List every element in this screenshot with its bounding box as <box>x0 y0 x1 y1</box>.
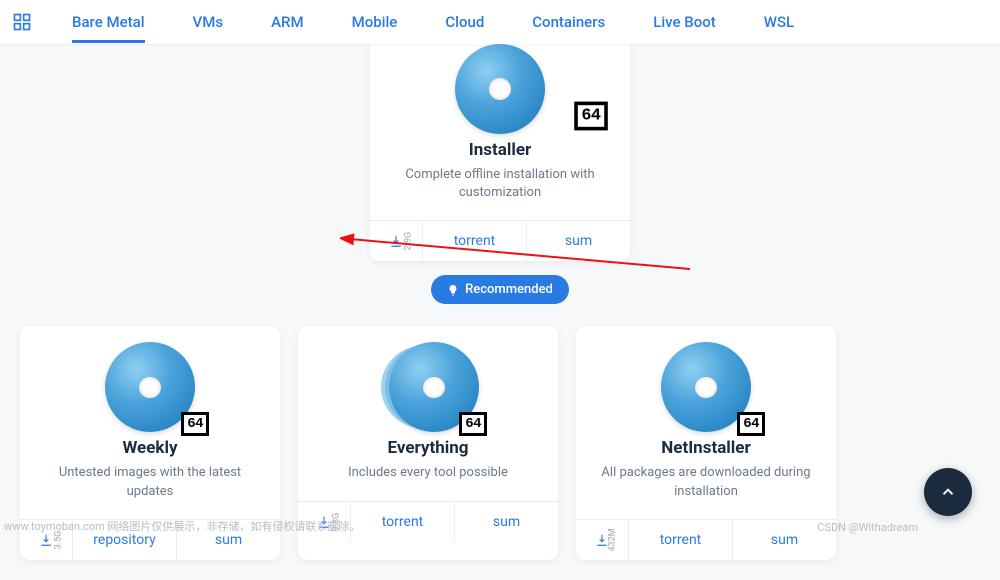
bulb-icon <box>447 284 459 296</box>
card-title: Weekly <box>38 438 262 458</box>
recommended-badge: Recommended <box>431 275 569 304</box>
navbar: Bare Metal VMs ARM Mobile Cloud Containe… <box>0 0 1000 44</box>
arch-badge: 64 <box>737 412 765 436</box>
recommended-label: Recommended <box>465 282 553 297</box>
disc-stack-icon: 64 <box>383 342 473 432</box>
download-button[interactable]: 2.9G <box>370 221 422 261</box>
content: 64 Installer Complete offline installati… <box>0 44 1000 580</box>
nav-item-arm[interactable]: ARM <box>271 2 304 42</box>
chevron-up-icon <box>939 483 957 501</box>
card-desc: Includes every tool possible <box>316 464 540 482</box>
nav-item-live-boot[interactable]: Live Boot <box>653 2 716 42</box>
scroll-top-button[interactable] <box>924 468 972 516</box>
arch-badge: 64 <box>459 412 487 436</box>
card-title: Installer <box>388 140 612 160</box>
watermark-left: www.toymoban.com 网络图片仅供展示，非存储，如有侵权请联系删除。 <box>4 518 360 534</box>
nav-item-containers[interactable]: Containers <box>532 2 605 42</box>
card-desc: Complete offline installation with custo… <box>388 166 612 202</box>
disc-icon: 64 <box>105 342 195 432</box>
disc-icon: 64 <box>661 342 751 432</box>
torrent-link[interactable]: torrent <box>422 221 526 261</box>
sum-link[interactable]: sum <box>526 221 630 261</box>
nav-item-mobile[interactable]: Mobile <box>352 2 398 42</box>
nav-item-cloud[interactable]: Cloud <box>445 2 484 42</box>
nav-item-bare-metal[interactable]: Bare Metal <box>72 2 145 42</box>
card-title: NetInstaller <box>594 438 818 458</box>
card-title: Everything <box>316 438 540 458</box>
card-desc: All packages are downloaded during insta… <box>594 464 818 500</box>
nav-items: Bare Metal VMs ARM Mobile Cloud Containe… <box>72 2 794 42</box>
torrent-link[interactable]: torrent <box>350 502 454 542</box>
sum-link[interactable]: sum <box>454 502 558 542</box>
nav-item-vms[interactable]: VMs <box>193 2 224 42</box>
size-label: 2.9G <box>404 232 414 251</box>
card-actions: 2.9G torrent sum <box>370 220 630 261</box>
nav-item-wsl[interactable]: WSL <box>764 2 794 42</box>
arch-badge: 64 <box>181 412 209 436</box>
card-desc: Untested images with the latest updates <box>38 464 262 500</box>
card-installer: 64 Installer Complete offline installati… <box>370 24 630 261</box>
disc-icon: 64 <box>455 44 545 134</box>
watermark-right: CSDN @Withadream <box>817 521 918 534</box>
grid-icon[interactable] <box>12 12 32 32</box>
card-netinstaller: 64 NetInstaller All packages are downloa… <box>576 326 836 559</box>
arch-badge: 64 <box>574 102 607 131</box>
